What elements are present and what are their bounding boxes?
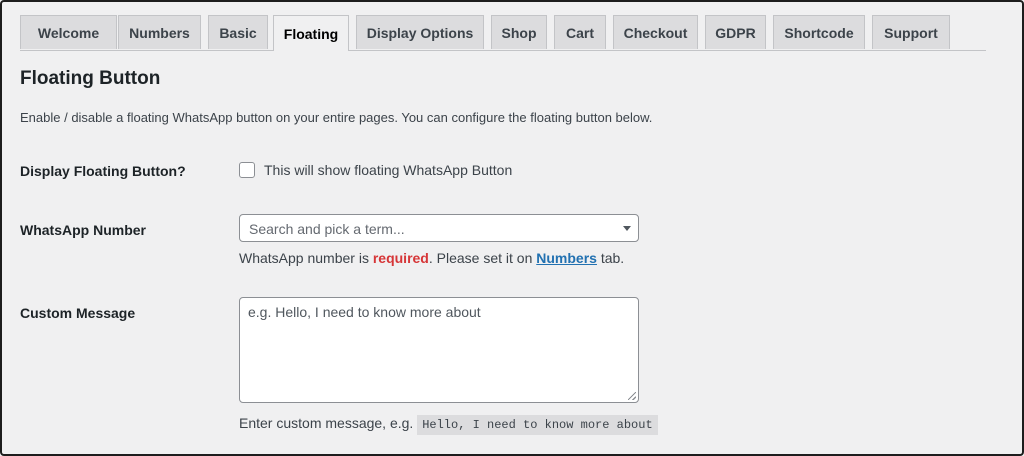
- tab-cart[interactable]: Cart: [554, 15, 606, 49]
- whatsapp-number-select[interactable]: Search and pick a term...: [239, 214, 639, 242]
- tab-basic[interactable]: Basic: [208, 15, 268, 49]
- display-floating-checkbox[interactable]: [239, 162, 255, 178]
- required-text: required: [372, 250, 429, 266]
- tab-gdpr[interactable]: GDPR: [705, 15, 766, 49]
- custom-message-help: Enter custom message, e.g. Hello, I need…: [239, 415, 658, 435]
- tab-support[interactable]: Support: [872, 15, 950, 49]
- settings-tabs: Welcome Numbers Basic Floating Display O…: [20, 15, 986, 51]
- whatsapp-number-placeholder: Search and pick a term...: [249, 221, 405, 237]
- display-floating-label: Display Floating Button?: [20, 163, 186, 179]
- whatsapp-number-help: WhatsApp number is required. Please set …: [239, 250, 624, 266]
- page-title: Floating Button: [20, 68, 161, 89]
- tab-welcome[interactable]: Welcome: [20, 15, 117, 49]
- tab-checkout[interactable]: Checkout: [613, 15, 698, 49]
- resize-grip-icon[interactable]: [628, 392, 636, 400]
- help-suffix: tab.: [596, 250, 625, 266]
- tab-shop[interactable]: Shop: [491, 15, 547, 49]
- tab-numbers[interactable]: Numbers: [118, 15, 201, 49]
- help-prefix: WhatsApp number is: [239, 250, 373, 266]
- whatsapp-number-label: WhatsApp Number: [20, 222, 146, 238]
- custom-message-label: Custom Message: [20, 305, 136, 321]
- tab-floating[interactable]: Floating: [273, 15, 349, 51]
- chevron-down-icon: [623, 226, 631, 231]
- help-middle: . Please set it on: [428, 250, 537, 266]
- tab-shortcode[interactable]: Shortcode: [773, 15, 865, 49]
- custom-message-help-prefix: Enter custom message, e.g.: [239, 415, 418, 431]
- tab-display-options[interactable]: Display Options: [356, 15, 484, 49]
- numbers-tab-link[interactable]: Numbers: [536, 250, 597, 266]
- custom-message-textarea[interactable]: [239, 297, 639, 403]
- display-floating-checkbox-text[interactable]: This will show floating WhatsApp Button: [264, 162, 512, 178]
- page-description: Enable / disable a floating WhatsApp but…: [20, 110, 653, 125]
- custom-message-example-code: Hello, I need to know more about: [417, 415, 658, 435]
